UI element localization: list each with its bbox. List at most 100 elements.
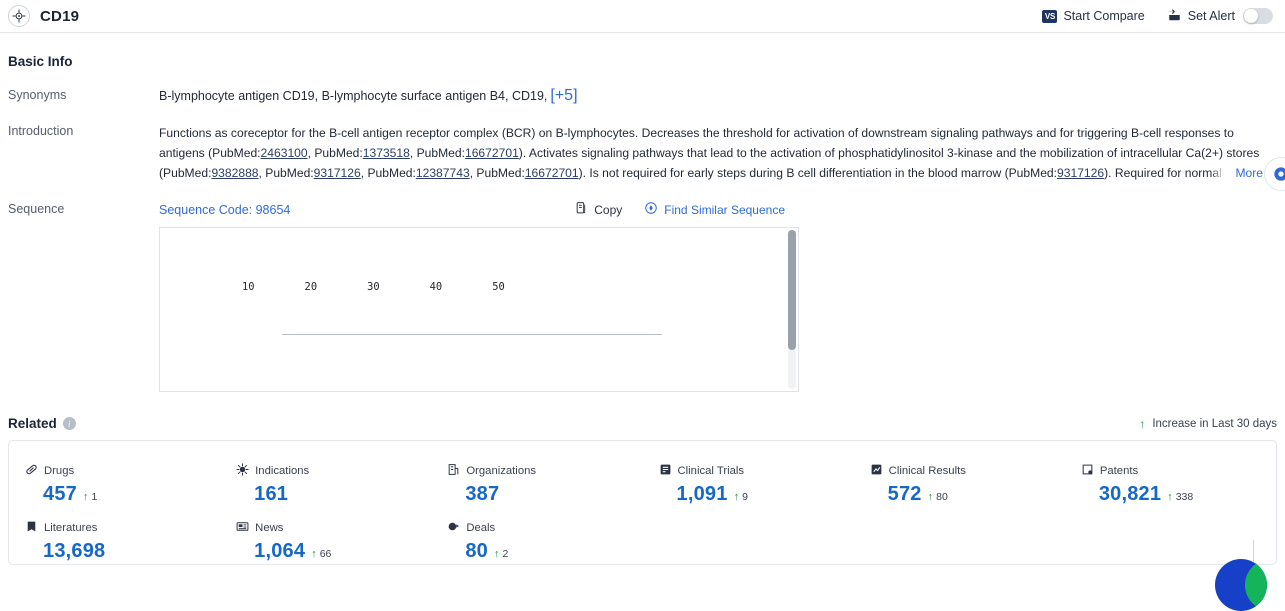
related-header: Related i ↑ Increase in Last 30 days [8,416,1277,431]
top-bar: CD19 VS Start Compare Set Alert [0,0,1285,33]
intro-text: , PubMed: [410,146,465,160]
pubmed-link[interactable]: 2463100 [261,146,308,160]
assistant-icon [1273,166,1285,182]
set-alert-label: Set Alert [1188,9,1235,23]
page-content: Basic Info Synonyms B-lymphocyte antigen… [0,54,1285,565]
stat-label: Deals [466,522,495,534]
target-crosshair-icon [8,5,30,27]
stat-value[interactable]: 30,821 [1099,483,1161,506]
news-icon [236,520,249,536]
intro-text: , PubMed: [259,166,314,180]
more-label: More [1235,163,1263,183]
top-bar-actions: VS Start Compare Set Alert [1042,8,1273,25]
stat-delta: ↑ 338 [1167,491,1193,503]
pubmed-link[interactable]: 12387743 [416,166,470,180]
stat-value[interactable]: 1,064 [254,540,305,563]
find-similar-sequence-button[interactable]: Find Similar Sequence [644,201,785,218]
stat-value[interactable]: 572 [888,483,922,506]
floating-chat-button[interactable] [1215,559,1267,611]
sequence-content: 10 20 30 40 50 1 MPPPRLLFFL LFLTPMEVRP E… [160,228,798,392]
info-icon[interactable]: i [63,417,76,430]
stat-delta: ↑ 1 [83,491,97,503]
increase-legend-label: Increase in Last 30 days [1152,418,1277,430]
deals-icon [447,520,460,536]
intro-text: , PubMed: [308,146,363,160]
stat-value[interactable]: 1,091 [677,483,728,506]
stat-value[interactable]: 13,698 [43,540,105,563]
stat-card-clinical-results[interactable]: Clinical Results 572 ↑ 80 [854,463,1065,506]
introduction-text: Functions as coreceptor for the B-cell a… [159,123,1277,183]
copy-label: Copy [594,203,622,217]
intro-text: (PubMed: [208,146,260,160]
sequence-row: Sequence Sequence Code: 98654 [8,201,1277,392]
copy-button[interactable]: Copy [575,201,622,218]
set-alert-toggle[interactable] [1243,8,1273,24]
stat-delta: ↑ 2 [494,548,508,560]
stat-value[interactable]: 387 [465,483,499,506]
stat-delta-value: 2 [502,548,508,560]
stat-card-indications[interactable]: Indications 161 [220,463,431,506]
stat-card-clinical-trials[interactable]: Clinical Trials 1,091 ↑ 9 [643,463,854,506]
sequence-header: Sequence Code: 98654 Copy [159,201,1277,218]
increase-arrow-icon: ↑ [928,491,934,503]
sequence-code[interactable]: Sequence Code: 98654 [159,203,290,217]
stat-value[interactable]: 80 [465,540,488,563]
introduction-label: Introduction [8,123,159,183]
stat-label: Clinical Results [889,465,966,477]
increase-legend: ↑ Increase in Last 30 days [1139,417,1277,431]
increase-arrow-icon: ↑ [311,548,317,560]
increase-arrow-icon: ↑ [1139,417,1145,431]
stat-card-deals[interactable]: Deals 80 ↑ 2 [431,520,642,563]
pubmed-link[interactable]: 9317126 [314,166,361,180]
increase-arrow-icon: ↑ [734,491,740,503]
stat-card-organizations[interactable]: Organizations 387 [431,463,642,506]
intro-text: , PubMed: [470,166,525,180]
synonyms-row: Synonyms B-lymphocyte antigen CD19, B-ly… [8,87,1277,105]
synonyms-label: Synonyms [8,87,159,105]
increase-arrow-icon: ↑ [83,491,89,503]
sequence-ruler-bar [282,334,662,335]
pill-icon [25,463,38,479]
set-alert-control[interactable]: Set Alert [1167,8,1273,25]
pubmed-link[interactable]: 16672701 [465,146,519,160]
stat-label: Clinical Trials [678,465,745,477]
stat-card-literatures[interactable]: Literatures 13,698 [9,520,220,563]
pubmed-link[interactable]: 1373518 [363,146,410,160]
stat-value[interactable]: 161 [254,483,288,506]
stat-card-patents[interactable]: Patents 30,821 ↑ 338 [1065,463,1276,506]
intro-text: , PubMed: [361,166,416,180]
stat-card-news[interactable]: News 1,064 ↑ 66 [220,520,431,563]
pubmed-link[interactable]: 9382888 [211,166,258,180]
patent-icon [1081,463,1094,479]
pubmed-link[interactable]: 9317126 [1057,166,1104,180]
stat-label: News [255,522,283,534]
intro-text: ). Is not required for early steps durin… [579,166,1057,180]
stat-card-drugs[interactable]: Drugs 457 ↑ 1 [9,463,220,506]
clinical-result-icon [870,463,883,479]
stat-delta-value: 80 [936,491,948,503]
stat-label: Literatures [44,522,97,534]
introduction-row: Introduction Functions as coreceptor for… [8,123,1277,183]
stat-delta: ↑ 66 [311,548,331,560]
stat-delta-value: 338 [1176,491,1194,503]
stat-delta: ↑ 80 [928,491,948,503]
pubmed-link[interactable]: 16672701 [525,166,579,180]
stat-delta-value: 66 [320,548,332,560]
stat-label: Organizations [466,465,536,477]
stat-delta-value: 1 [91,491,97,503]
find-similar-icon [644,201,658,218]
start-compare-button[interactable]: VS Start Compare [1042,9,1144,23]
synonyms-more-link[interactable]: [+5] [550,87,577,104]
increase-arrow-icon: ↑ [494,548,500,560]
synonyms-value: B-lymphocyte antigen CD19, B-lymphocyte … [159,89,547,103]
chat-icon [1245,559,1267,611]
basic-info-heading: Basic Info [8,54,1277,69]
alert-bell-icon [1167,8,1182,25]
sequence-viewer[interactable]: 10 20 30 40 50 1 MPPPRLLFFL LFLTPMEVRP E… [159,227,799,392]
sequence-scrollbar-thumb[interactable] [788,230,796,350]
page-title: CD19 [40,8,79,25]
stat-value[interactable]: 457 [43,483,77,506]
start-compare-label: Start Compare [1063,9,1144,23]
literature-icon [25,520,38,536]
related-heading: Related [8,416,57,431]
